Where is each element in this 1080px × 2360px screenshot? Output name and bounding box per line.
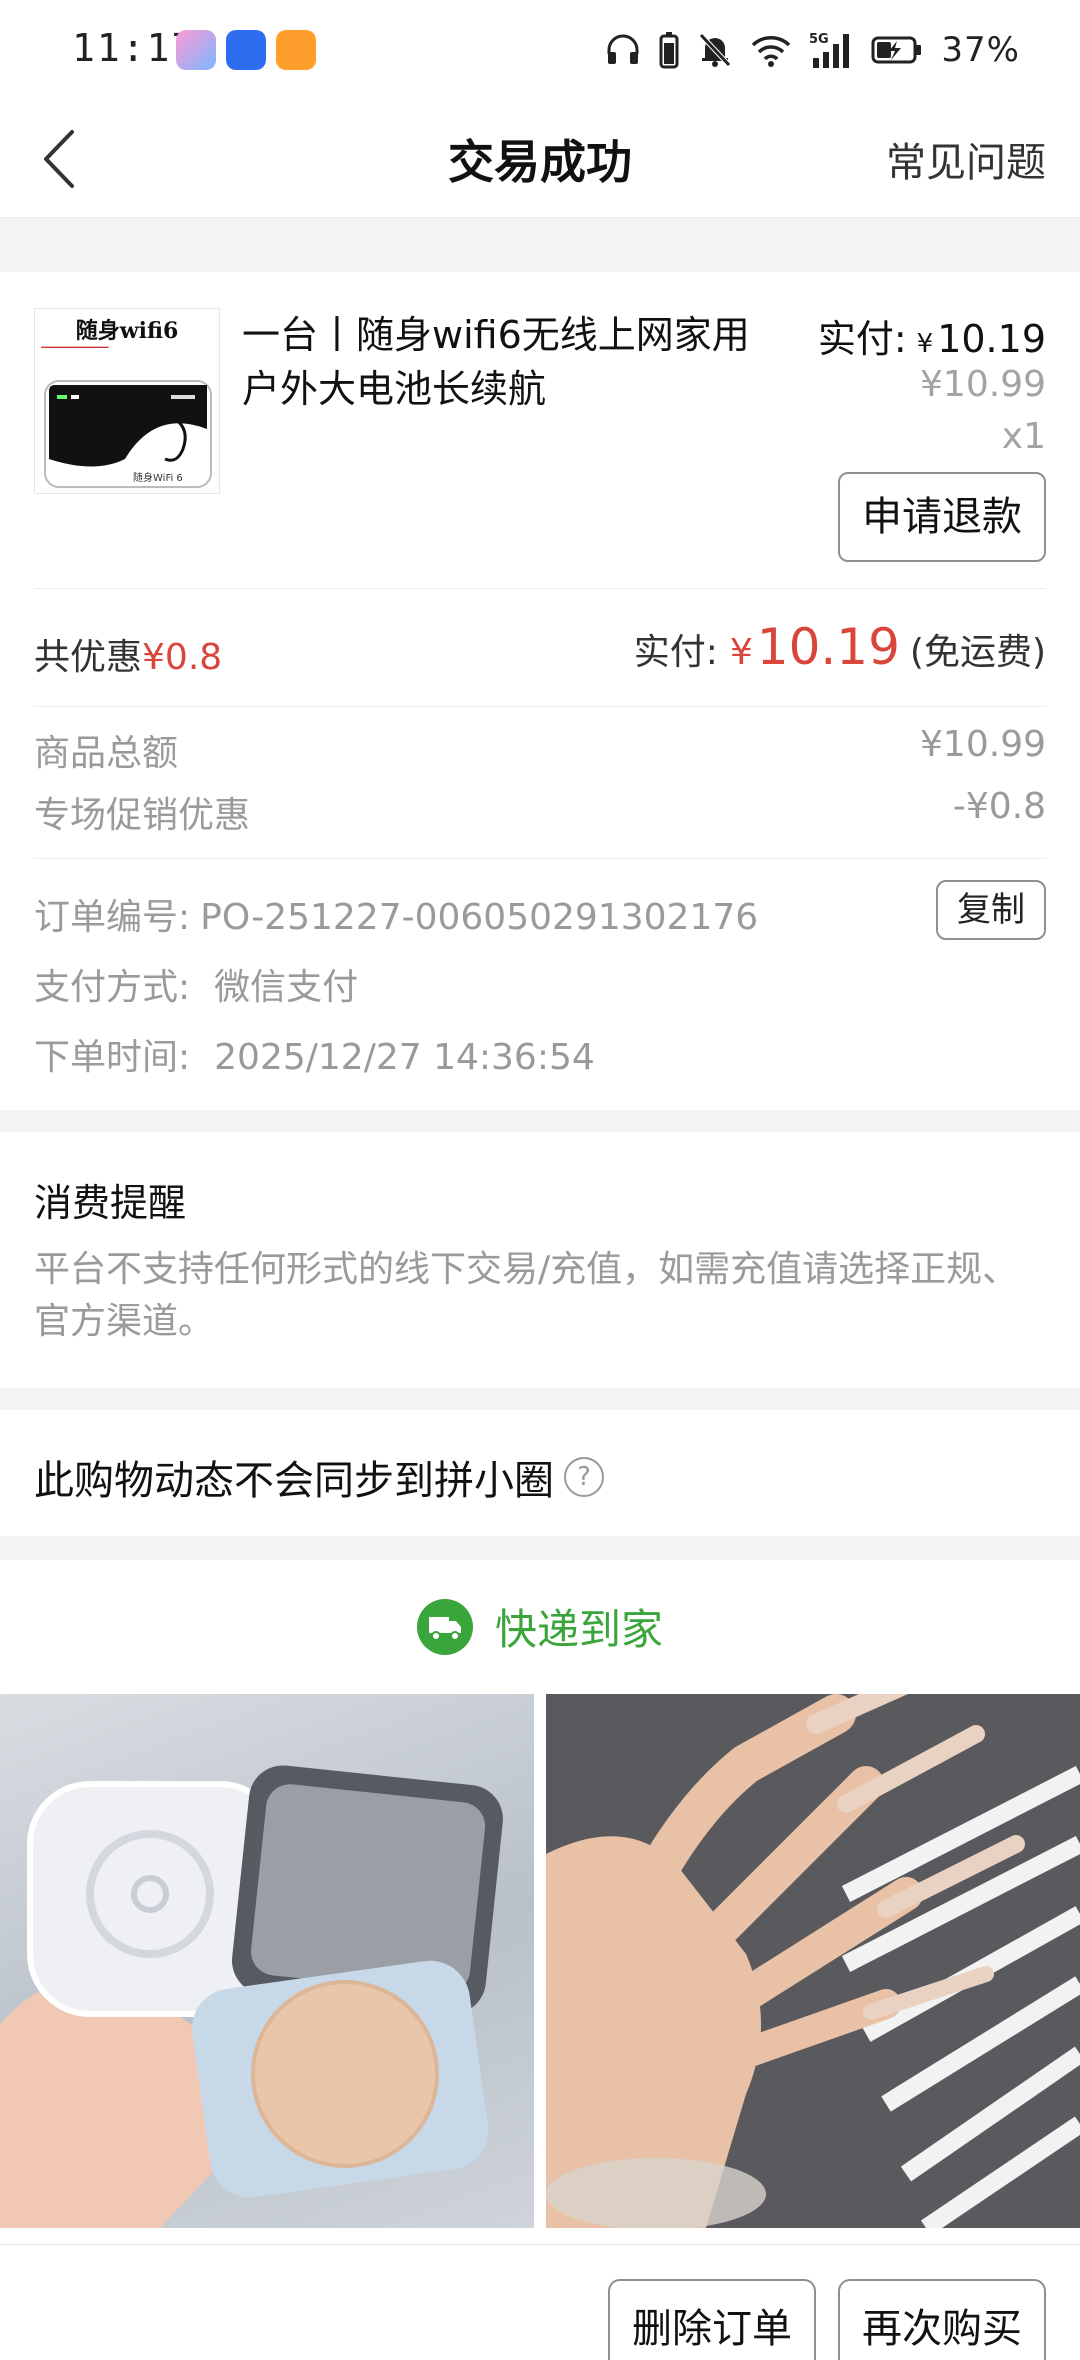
wifi-icon [752, 36, 791, 67]
search-app-icon [276, 30, 316, 70]
request-refund-button[interactable]: 申请退款 [838, 472, 1046, 562]
product-thumbnail[interactable]: 随身wifi6 ━━━━━━━━━━━━━━ 随身WiFi 6 [34, 308, 220, 494]
delivery-header: 快递到家 [0, 1596, 1080, 1657]
order-number-row: 订单编号: PO-251227-006050291302176 [34, 888, 1046, 940]
recommended-product-image-right[interactable] [546, 1694, 1080, 2228]
order-time-value: 2025/12/27 14:36:54 [214, 1037, 595, 1078]
help-question-icon[interactable]: ? [564, 1457, 604, 1497]
price-row-subtotal: 商品总额 ¥10.99 [34, 724, 1046, 776]
divider [34, 858, 1046, 859]
copy-order-number-button[interactable]: 复制 [936, 880, 1046, 940]
order-card: 随身wifi6 ━━━━━━━━━━━━━━ 随身WiFi 6 一台丨随身wif… [0, 272, 1080, 1110]
total-discount: 共优惠¥0.8 [34, 628, 222, 680]
mute-bell-icon [699, 33, 732, 67]
thumb-label: 随身WiFi 6 [133, 473, 183, 484]
product-name[interactable]: 一台丨随身wifi6无线上网家用户外大电池长续航 [242, 308, 782, 416]
summary-paid-label: 实付: [633, 632, 718, 673]
battery-charging-icon [871, 36, 922, 64]
payment-method-label: 支付方式: [34, 967, 191, 1008]
product-paid-label: 实付: [817, 317, 907, 361]
price-row-value: -¥0.8 [952, 786, 1046, 827]
delete-order-button[interactable]: 删除订单 [608, 2279, 816, 2360]
product-paid-yen: ¥ [916, 329, 934, 359]
recommended-product-image-left[interactable] [0, 1694, 534, 2228]
order-time-row: 下单时间: 2025/12/27 14:36:54 [34, 1028, 1046, 1080]
summary-paid-value: 10.19 [756, 618, 900, 676]
product-original-price: ¥10.99 [920, 364, 1046, 405]
payment-method-value: 微信支付 [214, 967, 359, 1008]
reminder-text: 平台不支持任何形式的线下交易/充值，如需充值请选择正规、官方渠道。 [34, 1249, 1019, 1342]
total-discount-value: ¥0.8 [142, 637, 223, 678]
app-market-icon [226, 30, 266, 70]
order-time-label: 下单时间: [34, 1037, 191, 1078]
faq-link[interactable]: 常见问题 [886, 130, 1046, 188]
game-center-icon [176, 30, 216, 70]
price-row-value: ¥10.99 [920, 724, 1046, 765]
shipping-note: (免运费) [909, 632, 1046, 673]
total-discount-label: 共优惠 [34, 637, 143, 678]
product-paid-price: 实付: ¥ 10.19 [818, 308, 1046, 363]
press-on-nails-image [546, 1694, 1080, 2228]
headphone-icon [607, 34, 639, 64]
price-row-label: 商品总额 [34, 733, 179, 774]
product-quantity: x1 [1001, 416, 1046, 457]
wifi-device-image [44, 380, 212, 488]
product-paid-value: 10.19 [937, 317, 1046, 361]
sync-notice: 此购物动态不会同步到拼小圈 ? [34, 1448, 604, 1506]
delivery-label: 快递到家 [494, 1605, 663, 1654]
battery-percent: 37% [941, 30, 1020, 70]
status-indicators: 5G 37% [605, 22, 1020, 78]
status-bar: 11:17 5G 37% [0, 0, 1080, 100]
order-detail-page: 11:17 5G 37% 交易成功 常见问题 随身wifi6 ━━━━━━━━━… [0, 0, 1080, 2360]
sync-notice-text: 此购物动态不会同步到拼小圈 [34, 1458, 554, 1504]
buy-again-button[interactable]: 再次购买 [838, 2279, 1046, 2360]
battery-small-icon [659, 32, 679, 69]
payment-method-row: 支付方式: 微信支付 [34, 958, 1046, 1010]
svg-text:5G: 5G [809, 32, 829, 47]
sync-card: 此购物动态不会同步到拼小圈 ? [0, 1410, 1080, 1536]
summary-paid: 实付: ¥ 10.19 (免运费) [634, 618, 1046, 676]
reminder-card: 消费提醒 平台不支持任何形式的线下交易/充值，如需充值请选择正规、官方渠道。 [0, 1132, 1080, 1388]
compact-powder-image [0, 1765, 503, 2228]
price-row-label: 专场促销优惠 [34, 795, 251, 836]
signal-5g-icon: 5G [809, 32, 850, 68]
bottom-action-bar: 删除订单 再次购买 [0, 2244, 1080, 2360]
order-number-label: 订单编号: [34, 897, 191, 938]
divider [34, 706, 1046, 707]
price-row-promo: 专场促销优惠 -¥0.8 [34, 786, 1046, 838]
truck-icon [416, 1598, 473, 1655]
divider [34, 588, 1046, 589]
summary-paid-yen: ¥ [729, 632, 753, 673]
reminder-title: 消费提醒 [34, 1181, 187, 1225]
order-number-value: PO-251227-006050291302176 [200, 897, 759, 938]
nav-bar: 交易成功 常见问题 [0, 100, 1080, 218]
